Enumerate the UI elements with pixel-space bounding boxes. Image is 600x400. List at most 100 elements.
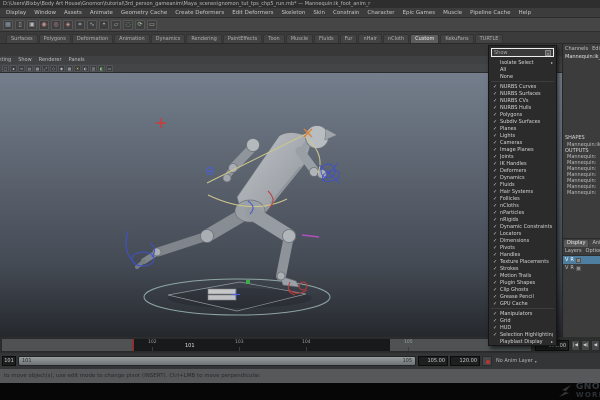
- save-scene-icon[interactable]: ▣: [27, 20, 37, 30]
- selected-object-name[interactable]: Mannequin:ik_foot_anim_r: [563, 53, 600, 61]
- menu-item[interactable]: Constrain: [333, 10, 359, 16]
- smooth-shade-icon[interactable]: ◆: [58, 65, 65, 72]
- show-menu-item[interactable]: ✓ Pivots: [489, 244, 556, 251]
- layer-color-swatch[interactable]: [576, 266, 581, 271]
- show-menu-item[interactable]: ✓ NURBS CVs: [489, 97, 556, 104]
- show-menu-item[interactable]: ✓ NURBS Curves: [489, 83, 556, 90]
- select-object-icon[interactable]: ◎: [51, 20, 61, 30]
- show-menu-item[interactable]: ✓ Polygons: [489, 111, 556, 118]
- textured-icon[interactable]: ▩: [66, 65, 73, 72]
- show-menu-item[interactable]: ✓ Grease Pencil: [489, 293, 556, 300]
- anim-layer-dropdown[interactable]: No Anim Layer: [496, 358, 533, 364]
- shelf-tab[interactable]: TURTLE: [475, 34, 504, 43]
- panel-menu-item[interactable]: Renderer: [39, 57, 62, 63]
- show-menu-item[interactable]: ✓ Dynamics: [489, 174, 556, 181]
- shelf-tab[interactable]: Fluids: [314, 34, 339, 43]
- make-live-icon[interactable]: ◌: [123, 20, 133, 30]
- show-menu-item[interactable]: ✓ Plugin Shapes: [489, 279, 556, 286]
- menu-item[interactable]: Skin: [313, 10, 325, 16]
- menu-item[interactable]: Skeleton: [282, 10, 306, 16]
- channel-box-menu-item[interactable]: Edit: [592, 46, 600, 52]
- shelf-tab[interactable]: PaintEffects: [223, 34, 262, 43]
- step-back-frame-button[interactable]: ◀: [591, 340, 600, 351]
- show-menu-item[interactable]: ✓ Manipulators: [489, 310, 556, 317]
- shelf-tab[interactable]: Dynamics: [151, 34, 186, 43]
- lighting-icon[interactable]: ☀: [74, 65, 81, 72]
- animation-start-field[interactable]: 101: [2, 356, 16, 366]
- show-menu-item[interactable]: ✓ Texture Placements: [489, 258, 556, 265]
- range-slider[interactable]: 101 105: [18, 356, 416, 366]
- image-plane-icon[interactable]: ▦: [34, 65, 41, 72]
- show-menu-item[interactable]: ✓ nCloths: [489, 202, 556, 209]
- menu-item[interactable]: Animate: [90, 10, 113, 16]
- show-menu-item-playblast-display[interactable]: Playblast Display ▸: [489, 338, 556, 345]
- xray-icon[interactable]: ▥: [90, 65, 97, 72]
- snap-point-icon[interactable]: •: [99, 20, 109, 30]
- shelf-tab[interactable]: nCloth: [383, 34, 409, 43]
- menu-item[interactable]: Edit Deformers: [232, 10, 273, 16]
- layer-editor-menu-item[interactable]: Options: [586, 248, 600, 254]
- snap-plane-icon[interactable]: ▱: [111, 20, 121, 30]
- select-component-icon[interactable]: ◈: [63, 20, 73, 30]
- show-menu-item[interactable]: ✓ Image Planes: [489, 146, 556, 153]
- display-layer-row[interactable]: V R: [563, 264, 600, 272]
- construction-history-icon[interactable]: ⟳: [135, 20, 145, 30]
- tab-display-layers[interactable]: Display: [564, 240, 588, 247]
- show-menu-item[interactable]: ✓ Cameras: [489, 139, 556, 146]
- show-menu-item[interactable]: None: [489, 73, 556, 80]
- show-menu-item[interactable]: ✓ Dynamic Constraints: [489, 223, 556, 230]
- show-menu-item[interactable]: ✓ Planes: [489, 125, 556, 132]
- 2d-pan-zoom-icon[interactable]: ⤢: [42, 65, 49, 72]
- show-menu-item[interactable]: Isolate Select ▸: [489, 59, 556, 66]
- show-menu-item[interactable]: ✓ Hair Systems: [489, 188, 556, 195]
- menu-item[interactable]: Epic Games: [403, 10, 436, 16]
- show-menu-item[interactable]: ✓ GPU Cache: [489, 300, 556, 307]
- show-menu-item[interactable]: ✓ nRigids: [489, 216, 556, 223]
- center-of-mass-marker[interactable]: [246, 280, 250, 284]
- shadows-icon[interactable]: ◐: [82, 65, 89, 72]
- wireframe-icon[interactable]: ◇: [50, 65, 57, 72]
- layer-visibility-toggle[interactable]: V: [565, 256, 568, 264]
- snap-curve-icon[interactable]: ∿: [87, 20, 97, 30]
- shelf-tab[interactable]: Custom: [410, 34, 439, 43]
- show-menu-item[interactable]: ✓ Deformers: [489, 167, 556, 174]
- panel-menu-item[interactable]: Show: [18, 57, 32, 63]
- show-menu-item[interactable]: All: [489, 66, 556, 73]
- show-menu-item[interactable]: ✓ nParticles: [489, 209, 556, 216]
- shelf-tab[interactable]: Toon: [263, 34, 285, 43]
- layer-visibility-toggle[interactable]: V: [565, 264, 568, 272]
- step-back-key-button[interactable]: ◀|: [581, 340, 590, 351]
- panel-menu-item[interactable]: Lighting: [0, 57, 11, 63]
- show-menu-item[interactable]: ✓ Subdiv Surfaces: [489, 118, 556, 125]
- display-layer-row[interactable]: V R: [563, 256, 600, 264]
- menu-item[interactable]: Help: [519, 10, 532, 16]
- layer-reference-toggle[interactable]: R: [570, 256, 573, 264]
- selected-frame-range[interactable]: [132, 339, 390, 351]
- menu-item[interactable]: Muscle: [443, 10, 462, 16]
- time-slider[interactable]: 101 102 103 104 105: [1, 338, 532, 352]
- tab-anim-layers[interactable]: Anim: [589, 240, 600, 247]
- show-menu-item[interactable]: ✓ Fluids: [489, 181, 556, 188]
- shelf-tab[interactable]: Surfaces: [6, 34, 38, 43]
- shelf-tab[interactable]: Muscle: [286, 34, 313, 43]
- show-menu-item[interactable]: ✓ Motion Trails: [489, 272, 556, 279]
- layer-color-swatch[interactable]: [576, 258, 581, 263]
- shelf-tab[interactable]: Polygons: [39, 34, 71, 43]
- panel-menu-item[interactable]: Panels: [69, 57, 85, 63]
- output-node-name[interactable]: Mannequin:: [563, 190, 600, 196]
- playback-end-field[interactable]: 105.00: [418, 356, 448, 366]
- animation-end-field[interactable]: 120.00: [450, 356, 480, 366]
- bookmarks-icon[interactable]: ▤: [26, 65, 33, 72]
- show-menu-item[interactable]: ✓ Locators: [489, 230, 556, 237]
- isolate-select-icon[interactable]: ◧: [98, 65, 105, 72]
- show-menu-item[interactable]: ✓ Follicles: [489, 195, 556, 202]
- menu-item[interactable]: Geometry Cache: [121, 10, 167, 16]
- show-menu-item[interactable]: ✓ Dimensions: [489, 237, 556, 244]
- show-menu-item[interactable]: ✓ NURBS Surfaces: [489, 90, 556, 97]
- show-menu-item[interactable]: ✓ Handles: [489, 251, 556, 258]
- shelf-tab[interactable]: nHair: [358, 34, 381, 43]
- go-to-start-button[interactable]: |◀: [571, 340, 580, 351]
- viewport-scene[interactable]: [0, 73, 562, 337]
- select-hierarchy-icon[interactable]: ◉: [39, 20, 49, 30]
- select-camera-icon[interactable]: ▢: [2, 65, 9, 72]
